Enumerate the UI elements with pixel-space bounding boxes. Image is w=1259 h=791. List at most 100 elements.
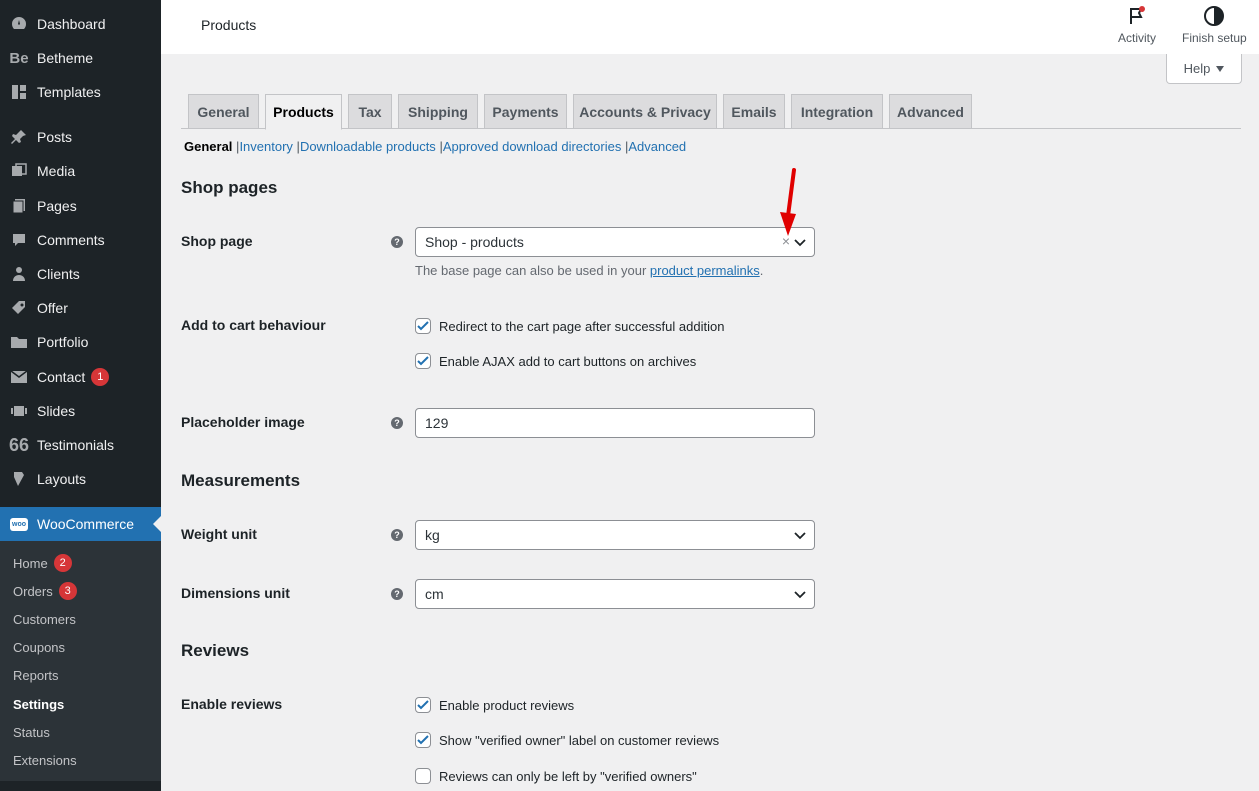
- tab-payments[interactable]: Payments: [484, 94, 567, 129]
- reviews-heading: Reviews: [181, 641, 250, 660]
- checkbox-unchecked[interactable]: [415, 768, 431, 784]
- sidebar-item-label: Dashboard: [37, 16, 106, 32]
- sidebar-item-label: Portfolio: [37, 334, 89, 350]
- help-tip-icon[interactable]: ?: [391, 588, 403, 600]
- sidebar-item-portfolio[interactable]: Portfolio: [0, 325, 161, 359]
- sidebar-item-label: Testimonials: [37, 437, 115, 453]
- help-tip-icon[interactable]: ?: [391, 529, 403, 541]
- quote-icon: 66: [8, 434, 30, 455]
- sidebar-item-label: Layouts: [37, 471, 87, 487]
- submenu-item-customers[interactable]: Customers: [13, 609, 76, 629]
- woo-logo-badge: woo: [10, 517, 28, 531]
- pages-icon: [9, 196, 29, 216]
- shop-page-description: The base page can also be used in your p…: [415, 263, 763, 278]
- subnav-inventory[interactable]: Inventory: [239, 139, 292, 154]
- subnav-advanced[interactable]: Advanced: [628, 139, 686, 154]
- checkbox-checked[interactable]: [415, 353, 431, 369]
- submenu-item-label: Orders: [13, 583, 53, 599]
- layouts-icon: [9, 469, 29, 489]
- sidebar-item-woocommerce[interactable]: woo WooCommerce: [0, 507, 161, 541]
- finish-setup-button[interactable]: Finish setup: [1182, 4, 1247, 45]
- sidebar-item-comments[interactable]: Comments: [0, 223, 161, 257]
- sidebar-item-betheme[interactable]: Be Betheme: [0, 41, 161, 75]
- red-arrow-annotation: [780, 168, 796, 236]
- submenu-item-orders[interactable]: Orders 3: [13, 581, 77, 601]
- sidebar-item-testimonials[interactable]: 66 Testimonials: [0, 428, 161, 462]
- dimensions-unit-value: cm: [425, 586, 444, 602]
- dimensions-unit-select[interactable]: cm: [415, 579, 815, 609]
- dashboard-icon: [9, 14, 29, 34]
- submenu-item-label: Status: [13, 724, 50, 740]
- show-verified-owner-checkbox[interactable]: Show "verified owner" label on customer …: [415, 732, 719, 748]
- settings-tabs: General Products Tax Shipping Payments A…: [181, 94, 1241, 130]
- flag-icon: [1130, 6, 1145, 24]
- ajax-add-to-cart-checkbox[interactable]: Enable AJAX add to cart buttons on archi…: [415, 353, 696, 369]
- current-menu-arrow: [153, 516, 161, 532]
- tab-emails[interactable]: Emails: [723, 94, 785, 129]
- sidebar-item-dashboard[interactable]: Dashboard: [0, 7, 161, 41]
- submenu-item-reports[interactable]: Reports: [13, 665, 59, 685]
- mail-icon: [9, 367, 29, 387]
- checkbox-label: Enable AJAX add to cart buttons on archi…: [439, 353, 697, 369]
- sidebar-item-label: Templates: [37, 84, 101, 100]
- sidebar-item-label: Clients: [37, 266, 80, 282]
- submenu-item-settings[interactable]: Settings: [13, 694, 64, 714]
- check-icon: [417, 700, 429, 710]
- add-to-cart-label: Add to cart behaviour: [181, 317, 326, 333]
- tab-shipping[interactable]: Shipping: [398, 94, 478, 129]
- sidebar-item-label: WooCommerce: [37, 516, 134, 532]
- shop-page-desc-end: .: [759, 263, 764, 278]
- submenu-item-home[interactable]: Home 2: [13, 553, 72, 573]
- tab-tax[interactable]: Tax: [348, 94, 392, 129]
- submenu-item-extensions[interactable]: Extensions: [13, 750, 77, 770]
- activity-button[interactable]: Activity: [1118, 4, 1156, 45]
- sidebar-item-slides[interactable]: Slides: [0, 394, 161, 428]
- weight-unit-select[interactable]: kg: [415, 520, 815, 550]
- tab-advanced[interactable]: Advanced: [889, 94, 972, 129]
- help-button[interactable]: Help: [1166, 54, 1242, 84]
- sidebar-item-label: Betheme: [37, 50, 94, 66]
- checkbox-checked[interactable]: [415, 318, 431, 334]
- tab-accounts-privacy[interactable]: Accounts & Privacy: [573, 94, 717, 129]
- checkbox-checked[interactable]: [415, 697, 431, 713]
- placeholder-image-input[interactable]: 129: [415, 408, 815, 438]
- enable-product-reviews-checkbox[interactable]: Enable product reviews: [415, 697, 574, 713]
- subnav-approved-download-directories[interactable]: Approved download directories: [443, 139, 622, 154]
- sidebar-item-pages[interactable]: Pages: [0, 189, 161, 223]
- sidebar-item-media[interactable]: Media: [0, 154, 161, 188]
- tab-integration[interactable]: Integration: [791, 94, 883, 129]
- only-verified-owners-checkbox[interactable]: Reviews can only be left by "verified ow…: [415, 768, 697, 784]
- pin-icon: [9, 127, 29, 147]
- help-tip-icon[interactable]: ?: [391, 417, 403, 429]
- subnav-general[interactable]: General: [184, 139, 232, 154]
- tab-products[interactable]: Products: [265, 94, 342, 130]
- help-tip-icon[interactable]: ?: [391, 236, 403, 248]
- sidebar-item-templates[interactable]: Templates: [0, 75, 161, 109]
- sidebar-item-posts[interactable]: Posts: [0, 120, 161, 154]
- submenu-item-label: Customers: [13, 611, 76, 627]
- shop-pages-heading: Shop pages: [181, 178, 278, 197]
- checkbox-label: Show "verified owner" label on customer …: [439, 732, 720, 748]
- checkbox-checked[interactable]: [415, 732, 431, 748]
- product-permalinks-link[interactable]: product permalinks: [650, 263, 760, 278]
- weight-unit-value: kg: [425, 527, 440, 543]
- sidebar-item-label: Offer: [37, 300, 68, 316]
- submenu-item-coupons[interactable]: Coupons: [13, 637, 65, 657]
- sidebar-item-label: Posts: [37, 129, 73, 145]
- shop-page-desc-text: The base page can also be used in your: [415, 263, 650, 278]
- sidebar-item-clients[interactable]: Clients: [0, 257, 161, 291]
- contact-count-badge: 1: [91, 368, 110, 386]
- tab-general[interactable]: General: [188, 94, 259, 129]
- shop-page-select[interactable]: Shop - products ×: [415, 227, 815, 257]
- submenu-item-status[interactable]: Status: [13, 722, 50, 742]
- sidebar-item-offer[interactable]: Offer: [0, 291, 161, 325]
- betheme-icon: Be: [9, 49, 29, 67]
- sidebar-item-label: Comments: [37, 232, 105, 248]
- subnav-downloadable-products[interactable]: Downloadable products: [300, 139, 436, 154]
- sidebar-item-layouts[interactable]: Layouts: [0, 462, 161, 496]
- sidebar-item-label: Contact: [37, 369, 86, 385]
- comments-icon: [9, 230, 29, 250]
- sidebar-item-contact[interactable]: Contact 1: [0, 360, 161, 394]
- shop-page-value: Shop - products: [425, 234, 524, 250]
- redirect-to-cart-checkbox[interactable]: Redirect to the cart page after successf…: [415, 318, 724, 334]
